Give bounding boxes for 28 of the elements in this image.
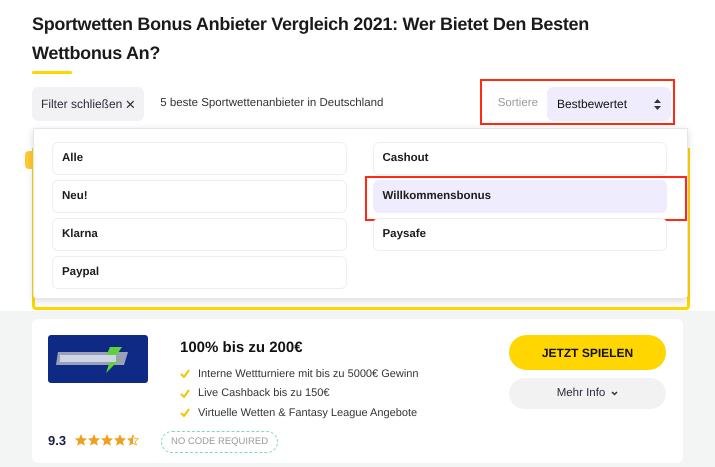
- page-title: Sportwetten Bonus Anbieter Vergleich 2021: Wer Bietet Den Besten Wettbonus An?: [32, 13, 590, 65]
- filter-option[interactable]: Paysafe: [372, 218, 667, 251]
- feature-text: Virtuelle Wetten & Fantasy League Angebote: [198, 406, 418, 420]
- filter-option[interactable]: Klarna: [52, 218, 346, 251]
- sort-dropdown[interactable]: Bestbewertet: [547, 87, 671, 121]
- star-icon: [114, 434, 126, 446]
- rating-score: 9.3: [48, 432, 66, 450]
- no-code-badge: NO CODE REQUIRED: [161, 431, 278, 454]
- bonus-headline: 100% bis zu 200€: [180, 338, 304, 358]
- feature-text: Live Cashback bis zu 150€: [198, 386, 330, 401]
- sort-arrows-icon: [654, 98, 661, 110]
- star-icon: [101, 434, 114, 446]
- half-star-icon: [127, 434, 140, 446]
- sort-label: Sortiere: [498, 96, 538, 112]
- filter-option[interactable]: Willkommensbonus: [372, 180, 667, 213]
- filter-option[interactable]: Paypal: [52, 256, 346, 289]
- star-icon: [88, 434, 100, 446]
- title-underline: [32, 71, 72, 74]
- chevron-down-icon: [611, 391, 618, 396]
- play-now-button[interactable]: JETZT SPIELEN: [509, 335, 666, 370]
- filter-option[interactable]: Alle: [52, 142, 346, 175]
- star-icon: [75, 434, 88, 446]
- feature-text: Interne Wettturniere mit bis zu 5000€ Gewinn: [198, 366, 419, 382]
- filter-option[interactable]: Neu!: [52, 180, 346, 213]
- filter-option[interactable]: Cashout: [372, 142, 667, 175]
- more-info-button[interactable]: Mehr Info: [509, 378, 666, 409]
- filter-close-button[interactable]: Filter schließen ×: [32, 87, 144, 121]
- result-count: 5 beste Sportwettenanbieter in Deutschland: [160, 96, 384, 112]
